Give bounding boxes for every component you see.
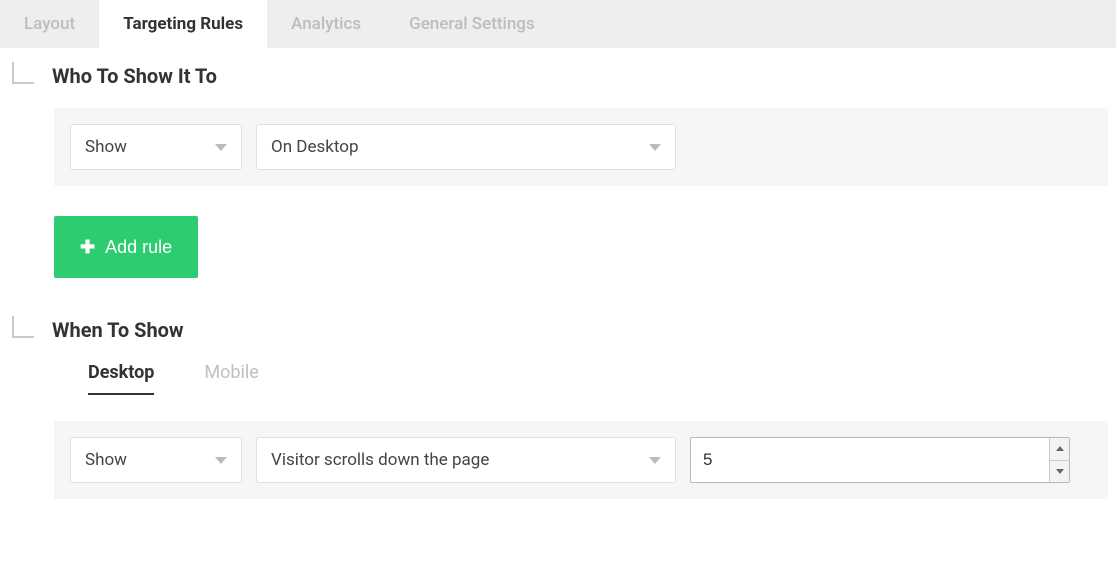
when-condition-value: Visitor scrolls down the page xyxy=(271,450,489,470)
subtab-desktop[interactable]: Desktop xyxy=(88,362,154,395)
plus-icon: ✚ xyxy=(80,237,95,258)
spinner-down-button[interactable] xyxy=(1049,461,1069,483)
chevron-down-icon xyxy=(215,457,227,464)
who-action-select[interactable]: Show xyxy=(70,124,242,170)
who-condition-value: On Desktop xyxy=(271,137,359,157)
who-condition-select[interactable]: On Desktop xyxy=(256,124,676,170)
section-who-to-show: Who To Show It To Show On Desktop ✚ Add … xyxy=(8,64,1108,278)
add-rule-button[interactable]: ✚ Add rule xyxy=(54,216,198,278)
section-header: Who To Show It To xyxy=(8,64,1108,88)
corner-icon xyxy=(12,62,34,84)
tab-targeting-rules[interactable]: Targeting Rules xyxy=(99,0,267,48)
when-condition-select[interactable]: Visitor scrolls down the page xyxy=(256,437,676,483)
when-rule-row: Show Visitor scrolls down the page xyxy=(54,421,1108,499)
chevron-up-icon xyxy=(1056,446,1064,451)
chevron-down-icon xyxy=(649,144,661,151)
when-value-stepper xyxy=(690,437,1070,483)
who-action-value: Show xyxy=(85,137,127,157)
who-rule-row: Show On Desktop xyxy=(54,108,1108,186)
section-title-when: When To Show xyxy=(52,318,184,342)
tab-layout[interactable]: Layout xyxy=(0,0,99,48)
tab-analytics[interactable]: Analytics xyxy=(267,0,385,48)
tab-general-settings[interactable]: General Settings xyxy=(385,0,559,48)
when-value-input[interactable] xyxy=(690,437,1070,483)
section-title-who: Who To Show It To xyxy=(52,64,217,88)
when-action-value: Show xyxy=(85,450,127,470)
section-header: When To Show xyxy=(8,318,1108,342)
chevron-down-icon xyxy=(649,457,661,464)
corner-icon xyxy=(12,316,34,338)
chevron-down-icon xyxy=(1056,469,1064,474)
main-tabs: Layout Targeting Rules Analytics General… xyxy=(0,0,1116,48)
device-subtabs: Desktop Mobile xyxy=(88,362,1108,395)
spinner-controls xyxy=(1049,438,1069,482)
add-rule-label: Add rule xyxy=(105,237,172,258)
spinner-up-button[interactable] xyxy=(1049,438,1069,461)
when-action-select[interactable]: Show xyxy=(70,437,242,483)
chevron-down-icon xyxy=(215,144,227,151)
section-when-to-show: When To Show Desktop Mobile Show Visitor… xyxy=(8,318,1108,499)
content-area: Who To Show It To Show On Desktop ✚ Add … xyxy=(0,48,1116,499)
subtab-mobile[interactable]: Mobile xyxy=(204,362,258,395)
